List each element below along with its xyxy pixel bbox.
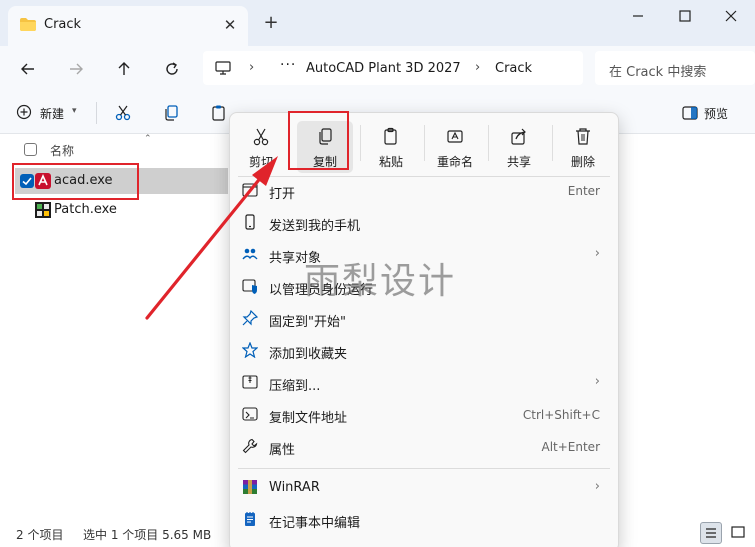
watermark-text: 雨梨设计 bbox=[304, 261, 457, 302]
